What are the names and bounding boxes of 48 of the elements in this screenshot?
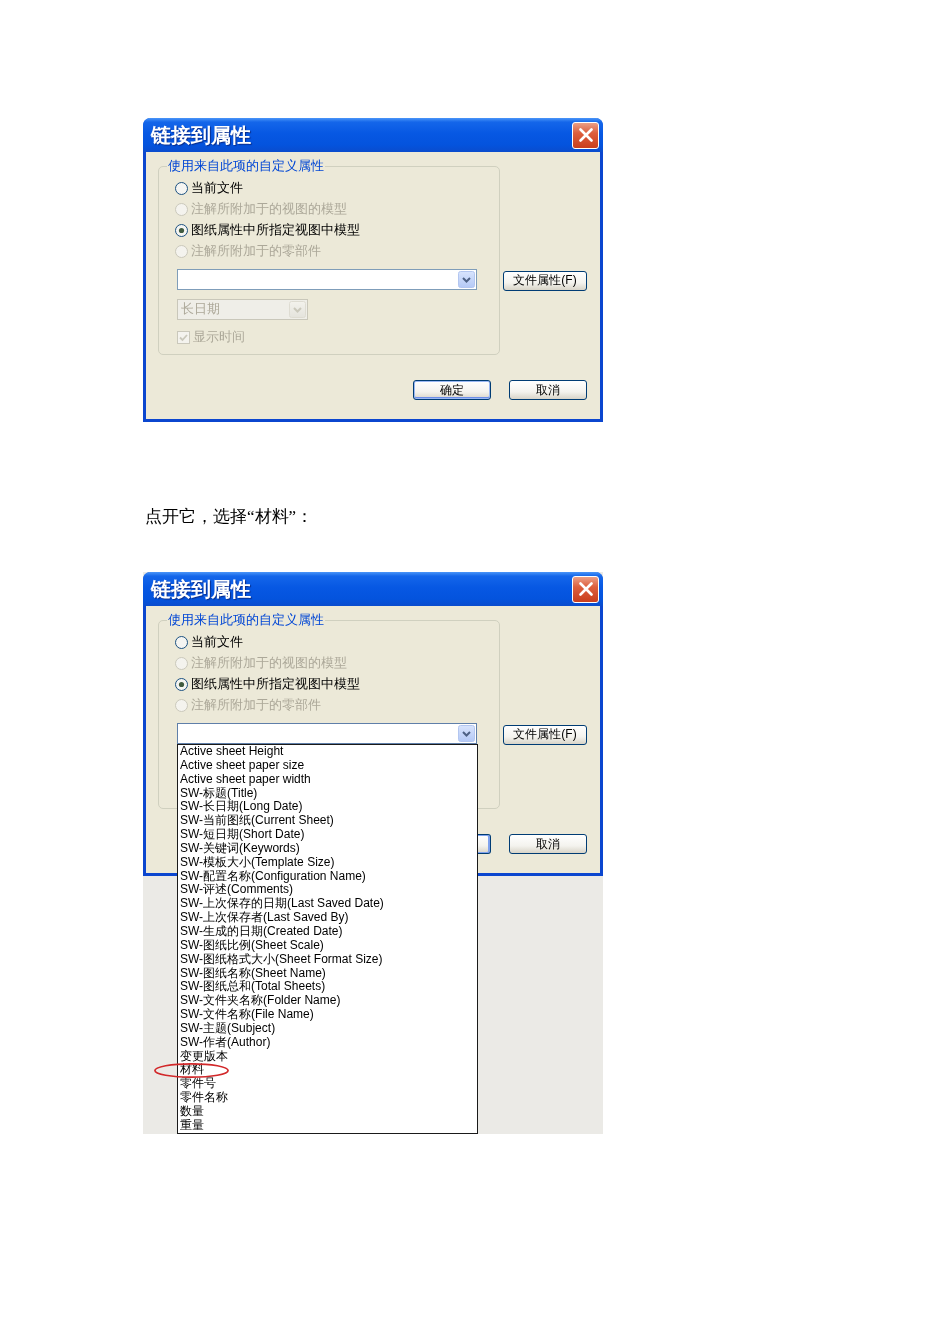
radio-option[interactable]: 图纸属性中所指定视图中模型: [175, 674, 360, 695]
file-properties-button[interactable]: 文件属性(F): [503, 724, 587, 745]
dropdown-option[interactable]: Active sheet Height: [178, 745, 477, 759]
dropdown-option[interactable]: 零件号: [178, 1077, 477, 1092]
dropdown-option[interactable]: SW-长日期(Long Date): [178, 800, 477, 815]
dropdown-option[interactable]: SW-文件夹名称(Folder Name): [178, 994, 477, 1009]
group-label: 使用来自此项的自定义属性: [167, 159, 325, 174]
dropdown-option[interactable]: SW-图纸名称(Sheet Name): [178, 966, 477, 981]
radio-option[interactable]: 当前文件: [175, 632, 243, 653]
dropdown-option[interactable]: 变更版本: [178, 1049, 477, 1064]
instruction-text: 点开它，选择“材料”：: [145, 506, 314, 528]
close-button[interactable]: [572, 575, 599, 603]
dropdown-option[interactable]: Active sheet paper size: [178, 758, 477, 773]
dropdown-option[interactable]: SW-模板大小(Template Size): [178, 855, 477, 870]
dropdown-option[interactable]: SW-主题(Subject): [178, 1021, 477, 1036]
dialog-title: 链接到属性: [151, 577, 251, 601]
dropdown-option[interactable]: SW-上次保存者(Last Saved By): [178, 911, 477, 925]
close-button[interactable]: [572, 121, 599, 149]
dropdown-option[interactable]: 数量: [178, 1104, 477, 1119]
dropdown-option[interactable]: SW-评述(Comments): [178, 883, 477, 898]
property-dropdown[interactable]: [177, 723, 477, 744]
dropdown-option[interactable]: SW-图纸总和(Total Sheets): [178, 980, 477, 995]
dialog-button[interactable]: 取消: [509, 834, 587, 854]
dropdown-option[interactable]: SW-当前图纸(Current Sheet): [178, 814, 477, 829]
dropdown-option[interactable]: SW-图纸格式大小(Sheet Format Size): [178, 952, 477, 967]
dropdown-option[interactable]: 重量: [178, 1118, 477, 1133]
dropdown-option[interactable]: SW-标题(Title): [178, 786, 477, 801]
dropdown-option[interactable]: SW-文件名称(File Name): [178, 1008, 477, 1022]
property-dropdown[interactable]: [177, 269, 477, 290]
group-label: 使用来自此项的自定义属性: [167, 613, 325, 628]
dialog-button[interactable]: 确定: [413, 380, 491, 400]
close-icon: [578, 128, 593, 142]
close-icon: [578, 582, 593, 596]
file-properties-button[interactable]: 文件属性(F): [503, 270, 587, 291]
radio-option[interactable]: 图纸属性中所指定视图中模型: [175, 220, 360, 241]
dropdown-option[interactable]: SW-作者(Author): [178, 1035, 477, 1050]
dialog-button[interactable]: 取消: [509, 380, 587, 400]
dropdown-option[interactable]: SW-生成的日期(Created Date): [178, 924, 477, 939]
dropdown-option[interactable]: SW-配置名称(Configuration Name): [178, 869, 477, 884]
dropdown-option[interactable]: SW-短日期(Short Date): [178, 828, 477, 842]
dropdown-option[interactable]: 材料: [178, 1063, 477, 1078]
dropdown-option[interactable]: SW-上次保存的日期(Last Saved Date): [178, 897, 477, 912]
dropdown-option[interactable]: SW-关键词(Keywords): [178, 841, 477, 856]
dropdown-option[interactable]: SW-图纸比例(Sheet Scale): [178, 938, 477, 953]
dropdown-option[interactable]: 零件名称: [178, 1091, 477, 1105]
dropdown-option[interactable]: Active sheet paper width: [178, 772, 477, 787]
radio-option[interactable]: 当前文件: [175, 178, 243, 199]
dialog-title: 链接到属性: [151, 123, 251, 147]
